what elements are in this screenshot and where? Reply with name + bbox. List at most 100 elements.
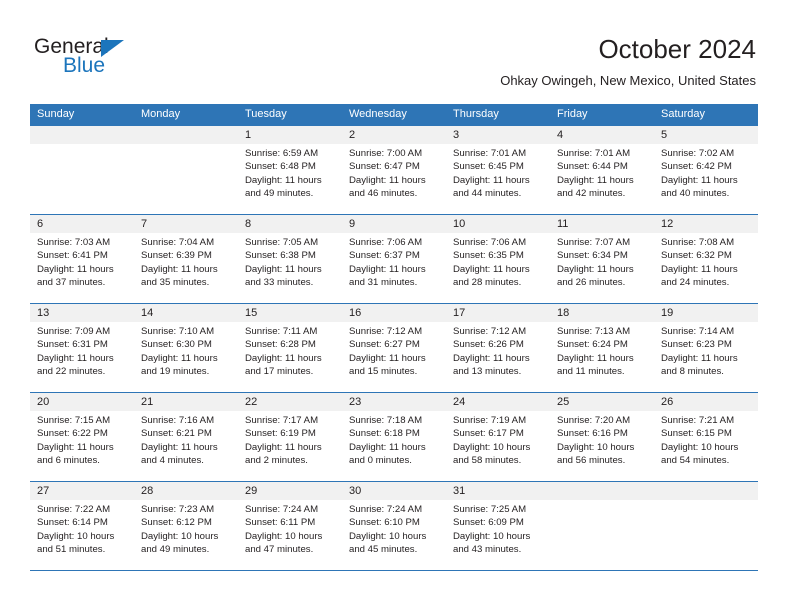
sunrise-line: Sunrise: 7:01 AM (453, 148, 527, 159)
day-cell[interactable]: 20 Sunrise: 7:15 AM Sunset: 6:22 PM Dayl… (30, 393, 134, 481)
day-cell[interactable] (30, 126, 134, 214)
column-header-thursday: Thursday (453, 108, 499, 120)
day-details: Sunrise: 7:14 AM Sunset: 6:23 PM Dayligh… (654, 322, 758, 379)
day-cell[interactable]: 22 Sunrise: 7:17 AM Sunset: 6:19 PM Dayl… (238, 393, 342, 481)
daylight-line-1: Daylight: 11 hours (661, 352, 738, 364)
daylight-line-1: Daylight: 10 hours (453, 530, 531, 542)
day-cell[interactable]: 17 Sunrise: 7:12 AM Sunset: 6:26 PM Dayl… (446, 304, 550, 392)
sunset-line: Sunset: 6:23 PM (661, 339, 732, 351)
sunrise-line: Sunrise: 7:12 AM (453, 326, 527, 337)
day-details: Sunrise: 7:04 AM Sunset: 6:39 PM Dayligh… (134, 233, 238, 290)
day-details (30, 144, 134, 147)
sunrise-line: Sunrise: 7:10 AM (141, 326, 215, 337)
day-cell[interactable] (654, 482, 758, 570)
day-number: 16 (342, 304, 446, 322)
day-cell[interactable]: 23 Sunrise: 7:18 AM Sunset: 6:18 PM Dayl… (342, 393, 446, 481)
sunrise-line: Sunrise: 7:02 AM (661, 148, 735, 159)
daylight-line-2: and 47 minutes. (245, 544, 314, 556)
day-details: Sunrise: 7:00 AM Sunset: 6:47 PM Dayligh… (342, 144, 446, 201)
day-number: 15 (238, 304, 342, 322)
logo-text-blue: Blue (63, 54, 106, 77)
sunrise-line: Sunrise: 7:04 AM (141, 237, 215, 248)
day-cell[interactable]: 10 Sunrise: 7:06 AM Sunset: 6:35 PM Dayl… (446, 215, 550, 303)
sunset-line: Sunset: 6:47 PM (349, 161, 420, 173)
day-cell[interactable]: 9 Sunrise: 7:06 AM Sunset: 6:37 PM Dayli… (342, 215, 446, 303)
daylight-line-1: Daylight: 10 hours (453, 441, 531, 453)
day-cell[interactable]: 6 Sunrise: 7:03 AM Sunset: 6:41 PM Dayli… (30, 215, 134, 303)
daylight-line-1: Daylight: 11 hours (349, 263, 426, 275)
sunrise-line: Sunrise: 7:08 AM (661, 237, 735, 248)
day-cell[interactable]: 5 Sunrise: 7:02 AM Sunset: 6:42 PM Dayli… (654, 126, 758, 214)
day-cell[interactable]: 16 Sunrise: 7:12 AM Sunset: 6:27 PM Dayl… (342, 304, 446, 392)
day-details: Sunrise: 7:20 AM Sunset: 6:16 PM Dayligh… (550, 411, 654, 468)
daylight-line-2: and 35 minutes. (141, 277, 210, 289)
day-cell[interactable]: 19 Sunrise: 7:14 AM Sunset: 6:23 PM Dayl… (654, 304, 758, 392)
day-cell[interactable]: 14 Sunrise: 7:10 AM Sunset: 6:30 PM Dayl… (134, 304, 238, 392)
day-details (134, 144, 238, 147)
day-cell[interactable]: 2 Sunrise: 7:00 AM Sunset: 6:47 PM Dayli… (342, 126, 446, 214)
day-details (550, 500, 654, 503)
general-blue-logo[interactable]: General Blue (34, 36, 234, 86)
day-cell[interactable]: 8 Sunrise: 7:05 AM Sunset: 6:38 PM Dayli… (238, 215, 342, 303)
day-number (134, 126, 238, 144)
day-cell[interactable]: 18 Sunrise: 7:13 AM Sunset: 6:24 PM Dayl… (550, 304, 654, 392)
day-cell[interactable]: 24 Sunrise: 7:19 AM Sunset: 6:17 PM Dayl… (446, 393, 550, 481)
daylight-line-2: and 49 minutes. (245, 188, 314, 200)
day-cell[interactable] (550, 482, 654, 570)
day-number: 3 (446, 126, 550, 144)
day-number: 23 (342, 393, 446, 411)
daylight-line-2: and 58 minutes. (453, 455, 522, 467)
sunset-line: Sunset: 6:42 PM (661, 161, 732, 173)
day-details (654, 500, 758, 503)
day-cell[interactable]: 31 Sunrise: 7:25 AM Sunset: 6:09 PM Dayl… (446, 482, 550, 570)
sunrise-line: Sunrise: 7:25 AM (453, 504, 527, 515)
daylight-line-2: and 8 minutes. (661, 366, 724, 378)
sunset-line: Sunset: 6:28 PM (245, 339, 316, 351)
daylight-line-2: and 46 minutes. (349, 188, 418, 200)
day-cell[interactable]: 27 Sunrise: 7:22 AM Sunset: 6:14 PM Dayl… (30, 482, 134, 570)
daylight-line-1: Daylight: 11 hours (349, 441, 426, 453)
day-cell[interactable]: 11 Sunrise: 7:07 AM Sunset: 6:34 PM Dayl… (550, 215, 654, 303)
day-cell[interactable]: 21 Sunrise: 7:16 AM Sunset: 6:21 PM Dayl… (134, 393, 238, 481)
daylight-line-2: and 51 minutes. (37, 544, 106, 556)
day-cell[interactable]: 30 Sunrise: 7:24 AM Sunset: 6:10 PM Dayl… (342, 482, 446, 570)
day-cell[interactable]: 25 Sunrise: 7:20 AM Sunset: 6:16 PM Dayl… (550, 393, 654, 481)
daylight-line-1: Daylight: 10 hours (37, 530, 115, 542)
day-number: 2 (342, 126, 446, 144)
day-cell[interactable]: 29 Sunrise: 7:24 AM Sunset: 6:11 PM Dayl… (238, 482, 342, 570)
day-number: 13 (30, 304, 134, 322)
week-row: 20 Sunrise: 7:15 AM Sunset: 6:22 PM Dayl… (30, 392, 758, 481)
day-cell[interactable]: 3 Sunrise: 7:01 AM Sunset: 6:45 PM Dayli… (446, 126, 550, 214)
day-number: 25 (550, 393, 654, 411)
day-number: 31 (446, 482, 550, 500)
daylight-line-1: Daylight: 11 hours (37, 263, 114, 275)
day-cell[interactable]: 15 Sunrise: 7:11 AM Sunset: 6:28 PM Dayl… (238, 304, 342, 392)
day-details: Sunrise: 7:01 AM Sunset: 6:44 PM Dayligh… (550, 144, 654, 201)
daylight-line-2: and 31 minutes. (349, 277, 418, 289)
day-cell[interactable]: 13 Sunrise: 7:09 AM Sunset: 6:31 PM Dayl… (30, 304, 134, 392)
day-details: Sunrise: 7:12 AM Sunset: 6:26 PM Dayligh… (446, 322, 550, 379)
sunset-line: Sunset: 6:17 PM (453, 428, 524, 440)
sunset-line: Sunset: 6:11 PM (245, 517, 316, 529)
sunset-line: Sunset: 6:27 PM (349, 339, 420, 351)
sunset-line: Sunset: 6:14 PM (37, 517, 108, 529)
daylight-line-1: Daylight: 11 hours (141, 352, 218, 364)
daylight-line-1: Daylight: 10 hours (661, 441, 739, 453)
sunrise-line: Sunrise: 7:00 AM (349, 148, 423, 159)
sunset-line: Sunset: 6:32 PM (661, 250, 732, 262)
daylight-line-2: and 37 minutes. (37, 277, 106, 289)
calendar-grid: Sunday Monday Tuesday Wednesday Thursday… (30, 104, 758, 571)
daylight-line-2: and 15 minutes. (349, 366, 418, 378)
day-cell[interactable]: 12 Sunrise: 7:08 AM Sunset: 6:32 PM Dayl… (654, 215, 758, 303)
sunrise-line: Sunrise: 7:09 AM (37, 326, 111, 337)
day-number: 9 (342, 215, 446, 233)
day-cell[interactable]: 4 Sunrise: 7:01 AM Sunset: 6:44 PM Dayli… (550, 126, 654, 214)
sunrise-line: Sunrise: 7:03 AM (37, 237, 111, 248)
day-cell[interactable]: 26 Sunrise: 7:21 AM Sunset: 6:15 PM Dayl… (654, 393, 758, 481)
day-cell[interactable]: 7 Sunrise: 7:04 AM Sunset: 6:39 PM Dayli… (134, 215, 238, 303)
day-cell[interactable]: 1 Sunrise: 6:59 AM Sunset: 6:48 PM Dayli… (238, 126, 342, 214)
daylight-line-1: Daylight: 11 hours (245, 263, 322, 275)
day-cell[interactable] (134, 126, 238, 214)
day-cell[interactable]: 28 Sunrise: 7:23 AM Sunset: 6:12 PM Dayl… (134, 482, 238, 570)
daylight-line-1: Daylight: 11 hours (141, 263, 218, 275)
